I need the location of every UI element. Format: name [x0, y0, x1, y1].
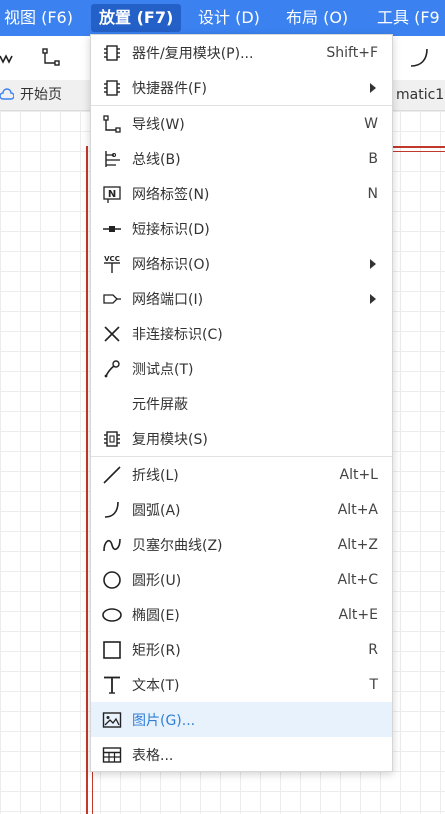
- place-menu-dropdown: 器件/复用模块(P)... Shift+F 快捷器件(F) 导线(W) W 总线…: [90, 34, 393, 772]
- wire-icon[interactable]: [40, 46, 64, 70]
- menu-item-table[interactable]: 表格...: [91, 737, 392, 772]
- wire-icon: [101, 113, 123, 135]
- polyline-icon: [101, 464, 123, 486]
- menu-item-net-flag[interactable]: VCC 网络标识(O): [91, 246, 392, 281]
- menu-item-label: 导线(W): [132, 116, 185, 133]
- menu-item-label: 网络端口(I): [132, 291, 204, 308]
- menu-item-shortcut: Alt+E: [338, 606, 378, 623]
- menu-item-label: 表格...: [132, 747, 174, 764]
- submenu-arrow-icon: [370, 293, 376, 304]
- menu-item-shortcut: R: [368, 641, 378, 658]
- text-icon: [101, 674, 123, 696]
- menu-item-shortcut: Alt+Z: [337, 536, 378, 553]
- ellipse-icon: [101, 604, 123, 626]
- menu-item-short-flag[interactable]: 短接标识(D): [91, 211, 392, 246]
- arc-icon: [101, 499, 123, 521]
- menu-item-label: 文本(T): [132, 677, 180, 694]
- tab-home[interactable]: 开始页: [0, 80, 62, 110]
- submenu-arrow-icon: [370, 258, 376, 269]
- menu-item-circle[interactable]: 圆形(U) Alt+C: [91, 562, 392, 597]
- menu-item-shortcut: W: [364, 115, 378, 132]
- menu-item-label: 测试点(T): [132, 361, 194, 378]
- menu-item-quick-component[interactable]: 快捷器件(F): [91, 70, 392, 105]
- top-menu-bar: 视图 (F6) 放置 (F7) 设计 (D) 布局 (O) 工具 (F9: [0, 0, 445, 36]
- bus-icon: [101, 148, 123, 170]
- menu-item-label: 图片(G)...: [132, 712, 196, 729]
- menu-item-label: 器件/复用模块(P)...: [132, 45, 254, 62]
- menu-item-label: 圆形(U): [132, 572, 182, 589]
- menu-item-label: 短接标识(D): [132, 221, 210, 238]
- tab-schematic[interactable]: matic1: [396, 80, 444, 110]
- menu-item-bezier[interactable]: 贝塞尔曲线(Z) Alt+Z: [91, 527, 392, 562]
- cloud-home-icon: [0, 88, 14, 102]
- menu-item-shortcut: Alt+L: [339, 466, 379, 483]
- image-icon: [101, 709, 123, 731]
- menu-item-label: 贝塞尔曲线(Z): [132, 537, 223, 554]
- menu-item-arc[interactable]: 圆弧(A) Alt+A: [91, 492, 392, 527]
- menu-item-label: 非连接标识(C): [132, 326, 223, 343]
- svg-text:N: N: [108, 189, 116, 200]
- zigzag-line-icon[interactable]: [0, 46, 24, 70]
- submenu-arrow-icon: [370, 82, 376, 93]
- short-flag-icon: [101, 218, 123, 240]
- menu-item-label: 复用模块(S): [132, 431, 208, 448]
- menu-item-test-point[interactable]: 测试点(T): [91, 351, 392, 386]
- menu-place[interactable]: 放置 (F7): [91, 4, 182, 32]
- arc-tool-icon[interactable]: [407, 46, 431, 70]
- menu-item-component-mask[interactable]: 元件屏蔽: [91, 386, 392, 421]
- tab-home-label: 开始页: [20, 87, 62, 103]
- menu-item-shortcut: T: [369, 676, 378, 693]
- table-icon: [101, 744, 123, 766]
- menu-item-wire[interactable]: 导线(W) W: [91, 106, 392, 141]
- bezier-icon: [101, 534, 123, 556]
- menu-item-label: 圆弧(A): [132, 502, 181, 519]
- test-point-icon: [101, 358, 123, 380]
- net-port-icon: [101, 288, 123, 310]
- component-chip-icon: [101, 42, 123, 64]
- menu-item-label: 元件屏蔽: [132, 396, 188, 413]
- menu-item-shortcut: Alt+C: [337, 571, 378, 588]
- menu-item-rectangle[interactable]: 矩形(R) R: [91, 632, 392, 667]
- no-connect-icon: [101, 323, 123, 345]
- vcc-icon-text: VCC: [104, 255, 120, 263]
- menu-item-ellipse[interactable]: 椭圆(E) Alt+E: [91, 597, 392, 632]
- menu-item-label: 总线(B): [132, 151, 181, 168]
- menu-item-shortcut: B: [368, 150, 378, 167]
- menu-view[interactable]: 视图 (F6): [4, 0, 73, 36]
- menu-item-polyline[interactable]: 折线(L) Alt+L: [91, 457, 392, 492]
- menu-item-shortcut: N: [367, 185, 378, 202]
- menu-tools[interactable]: 工具 (F9: [377, 0, 440, 36]
- menu-item-label: 网络标识(O): [132, 256, 210, 273]
- net-flag-vcc-icon: VCC: [101, 253, 123, 275]
- menu-item-net-port[interactable]: 网络端口(I): [91, 281, 392, 316]
- menu-item-no-connect[interactable]: 非连接标识(C): [91, 316, 392, 351]
- reuse-block-icon: [101, 428, 123, 450]
- menu-layout[interactable]: 布局 (O): [286, 0, 348, 36]
- menu-item-label: 折线(L): [132, 467, 179, 484]
- menu-item-reuse-block[interactable]: 复用模块(S): [91, 421, 392, 456]
- chip-icon: [101, 77, 123, 99]
- menu-item-label: 网络标签(N): [132, 186, 210, 203]
- menu-item-component[interactable]: 器件/复用模块(P)... Shift+F: [91, 35, 392, 70]
- menu-item-shortcut: Shift+F: [326, 44, 378, 61]
- circle-icon: [101, 569, 123, 591]
- menu-item-image[interactable]: 图片(G)...: [91, 702, 392, 737]
- menu-item-label: 快捷器件(F): [132, 80, 207, 97]
- rectangle-icon: [101, 639, 123, 661]
- menu-design[interactable]: 设计 (D): [198, 0, 260, 36]
- menu-item-text[interactable]: 文本(T) T: [91, 667, 392, 702]
- sheet-border-top: [393, 146, 445, 148]
- net-label-icon: N: [101, 183, 123, 205]
- sheet-border-top-inner: [393, 151, 445, 152]
- menu-item-label: 椭圆(E): [132, 607, 180, 624]
- sheet-border-left: [86, 146, 88, 814]
- menu-item-bus[interactable]: 总线(B) B: [91, 141, 392, 176]
- menu-item-label: 矩形(R): [132, 642, 181, 659]
- menu-item-net-label[interactable]: N 网络标签(N) N: [91, 176, 392, 211]
- menu-item-shortcut: Alt+A: [337, 501, 378, 518]
